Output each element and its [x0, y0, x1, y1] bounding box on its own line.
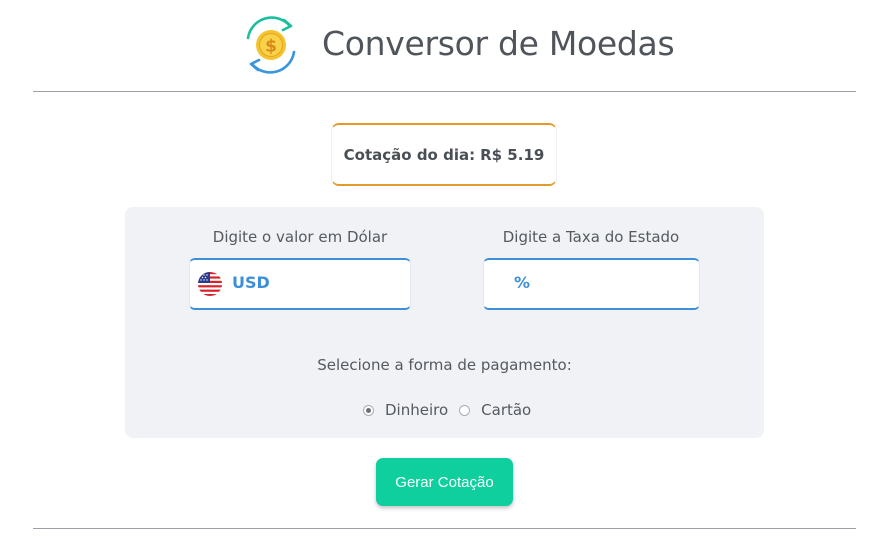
- usd-amount-input[interactable]: [274, 268, 408, 302]
- header: $ Conversor de Moedas: [0, 0, 882, 92]
- state-tax-input[interactable]: [536, 268, 695, 302]
- usd-prefix: USD: [232, 273, 270, 292]
- tax-input-group[interactable]: %: [483, 258, 700, 310]
- radio-cash[interactable]: [363, 404, 374, 416]
- exchange-rate-label: Cotação do dia:: [343, 145, 476, 164]
- generate-quote-button[interactable]: Gerar Cotação: [376, 458, 513, 506]
- exchange-rate-value: R$ 5.19: [480, 145, 545, 164]
- usd-field-label: Digite o valor em Dólar: [212, 228, 388, 246]
- conversion-form-panel: Digite o valor em Dólar USD Digite a Tax…: [125, 207, 764, 438]
- usd-input-group[interactable]: USD: [189, 258, 411, 310]
- footer-divider: [33, 528, 856, 529]
- radio-card[interactable]: [459, 404, 471, 416]
- radio-cash-label[interactable]: Dinheiro: [385, 401, 448, 419]
- percent-prefix: %: [514, 273, 531, 292]
- payment-method-label: Selecione a forma de pagamento:: [317, 356, 572, 374]
- exchange-rate-box: Cotação do dia: R$ 5.19: [331, 123, 557, 186]
- payment-method-radio-group: Dinheiro Cartão: [363, 399, 542, 421]
- svg-text:$: $: [265, 37, 277, 57]
- currency-converter-page: $ Conversor de Moedas Cotação do dia: R$…: [0, 0, 882, 550]
- radio-card-label[interactable]: Cartão: [481, 401, 531, 419]
- app-title: Conversor de Moedas: [322, 24, 675, 63]
- dollar-coin-exchange-icon: $: [246, 16, 296, 74]
- us-flag-icon: [198, 272, 222, 296]
- tax-field-label: Digite a Taxa do Estado: [502, 228, 680, 246]
- header-divider: [33, 91, 856, 92]
